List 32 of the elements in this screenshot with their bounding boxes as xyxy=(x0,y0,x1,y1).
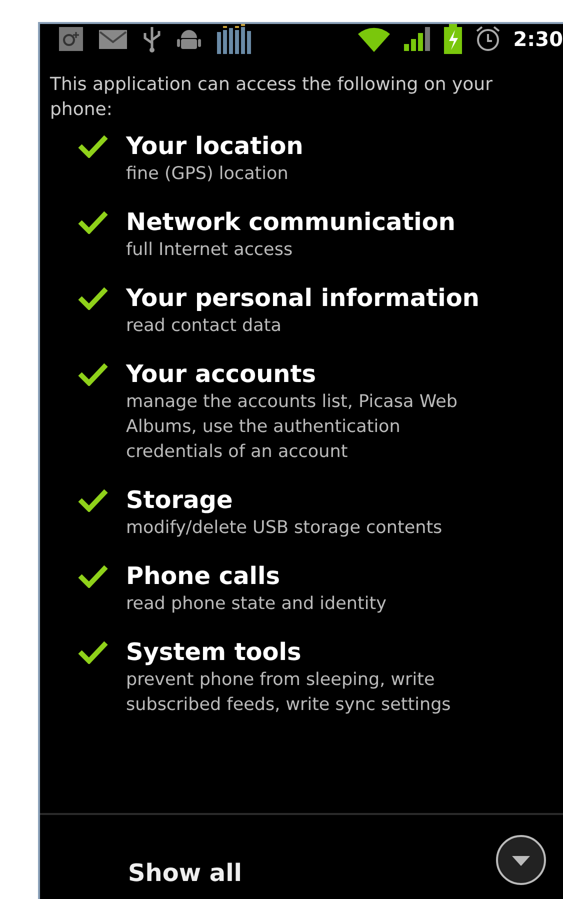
check-icon xyxy=(78,640,108,664)
battery-charging-icon xyxy=(443,24,464,54)
mail-icon xyxy=(98,27,128,51)
check-icon xyxy=(78,488,108,512)
google-plus-icon xyxy=(58,26,84,52)
permission-title: Network communication xyxy=(126,207,456,238)
permission-description: manage the accounts list, Picasa Web Albums, use the authentication credentials of an account xyxy=(126,391,458,464)
permission-description: full Internet access xyxy=(126,239,294,262)
check-icon xyxy=(78,286,108,310)
check-icon xyxy=(78,134,108,158)
check-icon xyxy=(78,564,108,588)
permission-description: prevent phone from sleeping, write subscribed feeds, write sync settings xyxy=(126,669,452,717)
permission-title: Your location xyxy=(126,131,304,162)
permission-description: read phone state and identity xyxy=(126,593,388,616)
status-time: 2:30 xyxy=(513,27,563,51)
permission-description: read contact data xyxy=(126,315,282,338)
alarm-clock-icon xyxy=(475,25,502,53)
check-icon xyxy=(78,210,108,234)
intro-text: This application can access the following on your phone: xyxy=(49,73,494,122)
permission-title: Phone calls xyxy=(126,561,282,592)
signal-icon xyxy=(403,27,432,51)
wifi-icon xyxy=(357,25,392,53)
permission-title: Storage xyxy=(126,485,234,516)
expand-button[interactable] xyxy=(495,834,547,886)
permission-description: fine (GPS) location xyxy=(126,163,290,186)
permission-description: modify/delete USB storage contents xyxy=(126,517,444,540)
permission-title: System tools xyxy=(126,637,302,668)
permission-title: Your accounts xyxy=(126,359,318,390)
permission-title: Your personal information xyxy=(126,283,480,314)
check-icon xyxy=(78,362,108,386)
usb-icon xyxy=(142,25,162,53)
show-all-label[interactable]: Show all xyxy=(128,859,242,887)
